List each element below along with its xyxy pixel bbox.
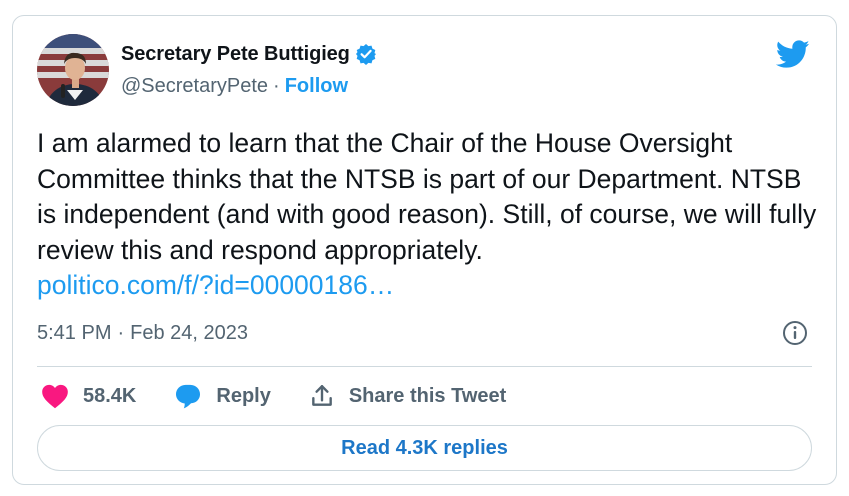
share-label: Share this Tweet xyxy=(348,384,507,407)
tweet-card: Secretary Pete Buttigieg @SecretaryPete … xyxy=(12,15,837,485)
like-count: 58.4K xyxy=(83,384,137,407)
heart-icon xyxy=(42,384,68,409)
author-handle[interactable]: @SecretaryPete xyxy=(121,75,268,98)
reply-button[interactable]: Reply xyxy=(174,382,271,410)
tweet-link[interactable]: politico.com/f/?id=00000186… xyxy=(37,268,827,304)
verified-badge-icon xyxy=(355,43,377,65)
share-upload-icon xyxy=(311,385,332,406)
tweet-actions: 58.4K Reply Share this Tweet xyxy=(41,379,544,413)
tweet-body: I am alarmed to learn that the Chair of … xyxy=(37,126,827,304)
share-button[interactable]: Share this Tweet xyxy=(309,383,506,409)
reply-label: Reply xyxy=(216,384,271,407)
like-button[interactable]: 58.4K xyxy=(41,383,136,409)
info-icon[interactable] xyxy=(782,320,808,346)
tweet-text: I am alarmed to learn that the Chair of … xyxy=(37,128,817,265)
avatar[interactable] xyxy=(37,34,109,106)
author-info: Secretary Pete Buttigieg @SecretaryPete … xyxy=(121,41,377,97)
tweet-time: 5:41 PM xyxy=(37,321,112,344)
speech-bubble-icon xyxy=(176,384,201,409)
tweet-timestamp[interactable]: 5:41 PM · Feb 24, 2023 xyxy=(37,319,248,347)
follow-button[interactable]: Follow xyxy=(285,75,348,98)
meta-separator: · xyxy=(117,321,125,344)
twitter-bird-icon[interactable] xyxy=(775,40,810,70)
avatar-photo xyxy=(37,34,109,106)
handle-separator: · xyxy=(273,74,280,97)
divider xyxy=(37,366,812,367)
tweet-date: Feb 24, 2023 xyxy=(130,321,249,344)
author-display-name[interactable]: Secretary Pete Buttigieg xyxy=(121,43,350,66)
read-replies-label: Read 4.3K replies xyxy=(341,436,508,459)
read-replies-button[interactable]: Read 4.3K replies xyxy=(37,425,812,471)
